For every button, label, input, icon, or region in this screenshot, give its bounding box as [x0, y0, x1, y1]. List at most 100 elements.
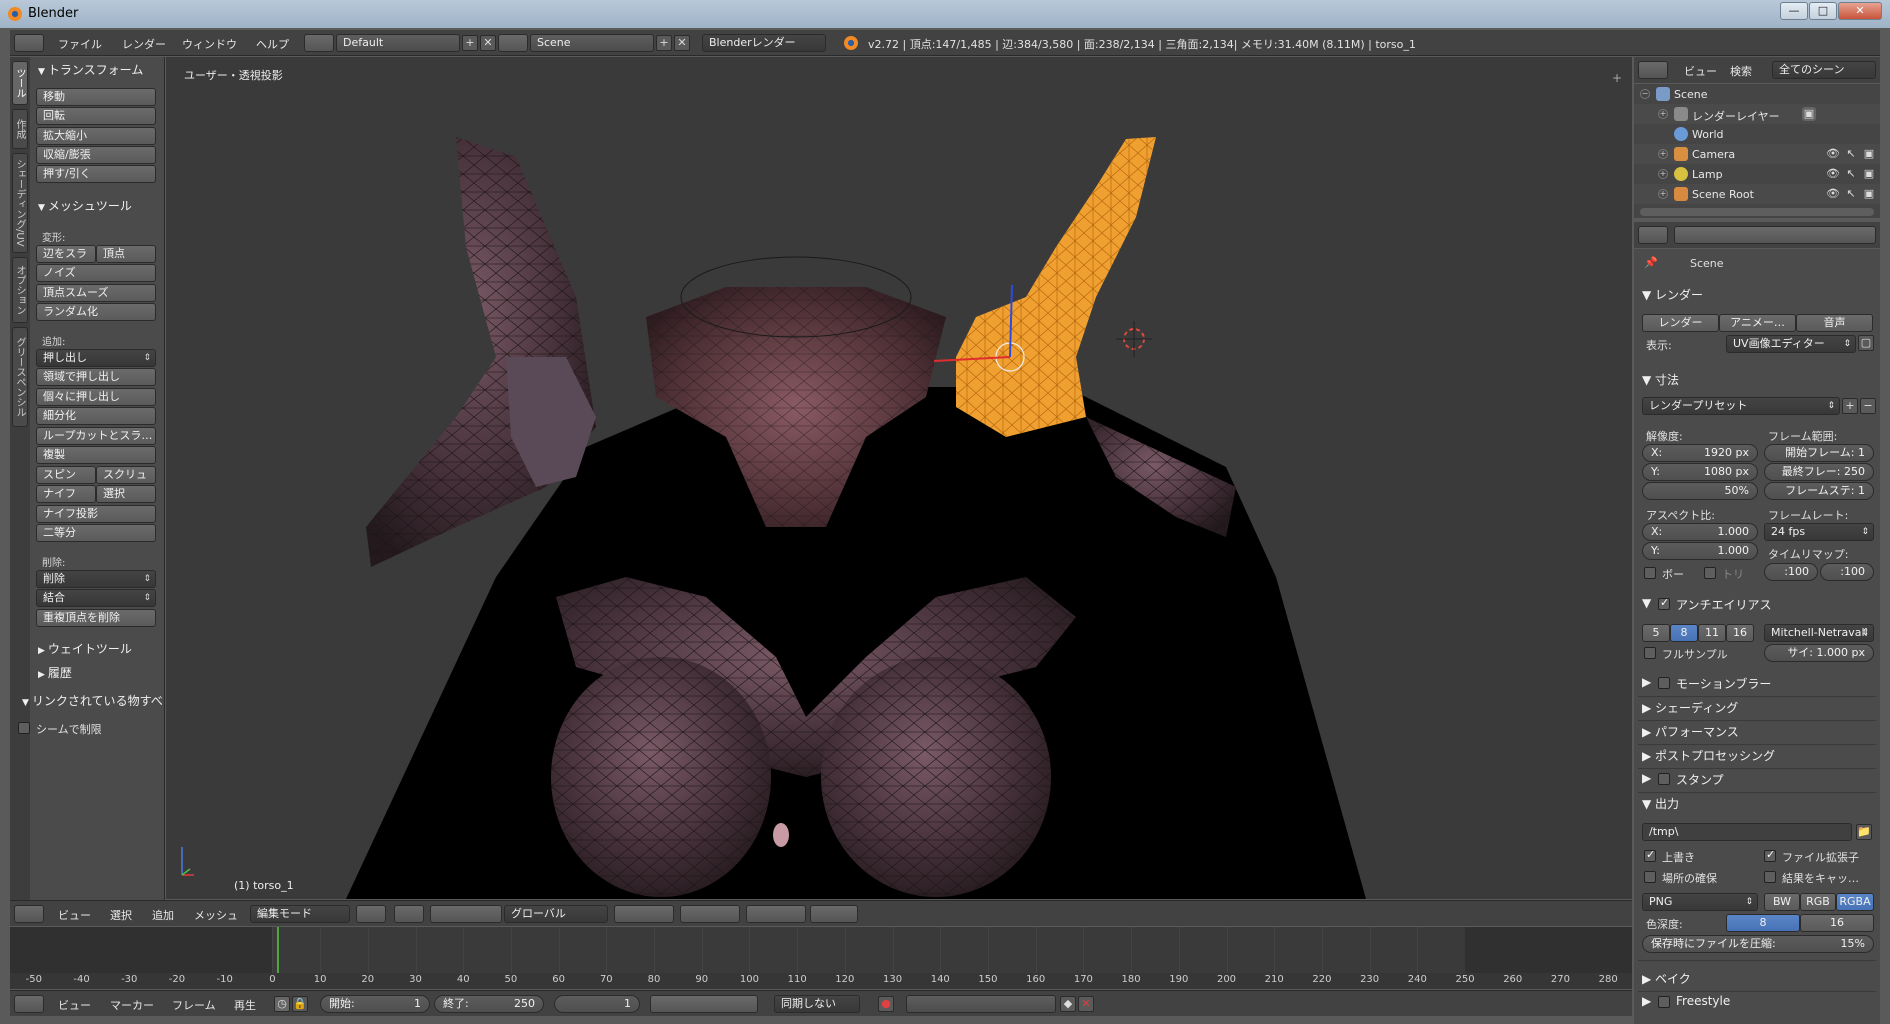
- resolution-x-field[interactable]: X: 1920 px: [1642, 444, 1758, 462]
- cursor-icon[interactable]: ↖: [1844, 147, 1858, 161]
- display-dropdown[interactable]: UV画像エディター: [1726, 335, 1856, 353]
- mesh-tools-panel-title[interactable]: ▼ メッシュツール: [38, 197, 132, 214]
- menu-playback[interactable]: 再生: [234, 997, 256, 1013]
- tab-grease-pencil[interactable]: グリースペンシル: [12, 327, 28, 427]
- editor-type-icon[interactable]: [14, 905, 44, 923]
- eye-icon[interactable]: 👁: [1826, 147, 1840, 161]
- render-icon[interactable]: ▣: [1862, 167, 1876, 181]
- pivot-icon[interactable]: [394, 905, 424, 923]
- cursor-icon[interactable]: ↖: [1844, 187, 1858, 201]
- rotate-button[interactable]: 回転: [36, 107, 156, 125]
- time-remap-new-field[interactable]: :100: [1820, 563, 1874, 581]
- edge-slide-button[interactable]: 辺をスラ: [36, 245, 96, 263]
- frame-cursor[interactable]: [277, 927, 280, 973]
- render-layer-icon[interactable]: ▣: [1802, 107, 1816, 121]
- outliner-row-camera[interactable]: + Camera 👁 ↖ ▣: [1634, 144, 1880, 164]
- mode-dropdown[interactable]: 編集モード: [250, 905, 350, 923]
- loop-cut-slide-button[interactable]: ループカットとスラ…: [36, 427, 156, 445]
- menu-file[interactable]: ファイル: [58, 36, 102, 52]
- menu-view[interactable]: ビュー: [58, 907, 91, 923]
- shading-icon[interactable]: [356, 905, 386, 923]
- aa-samples-8[interactable]: 8: [1670, 624, 1698, 642]
- properties-context-tabs[interactable]: [1674, 226, 1876, 244]
- outliner-row-render-layers[interactable]: + レンダーレイヤー ▣: [1634, 104, 1880, 124]
- scale-button[interactable]: 拡大縮小: [36, 127, 156, 145]
- frame-end-field[interactable]: 最終フレー: 250: [1764, 463, 1874, 481]
- editor-type-icon[interactable]: [14, 34, 44, 52]
- render-icons[interactable]: [810, 905, 858, 923]
- color-mode-rgb[interactable]: RGB: [1800, 893, 1836, 911]
- tab-options[interactable]: オプション: [12, 257, 28, 323]
- freestyle-panel-title[interactable]: ▶: [1642, 994, 1651, 1008]
- stamp-checkbox[interactable]: [1658, 773, 1670, 785]
- eye-icon[interactable]: 👁: [1826, 167, 1840, 181]
- remove-scene-icon[interactable]: ✕: [674, 35, 690, 51]
- current-frame-field[interactable]: 1: [554, 995, 640, 1013]
- resolution-y-field[interactable]: Y: 1080 px: [1642, 463, 1758, 481]
- minimize-button[interactable]: —: [1780, 2, 1808, 20]
- history-panel-title[interactable]: ▶ 履歴: [38, 664, 72, 681]
- render-animation-button[interactable]: アニメー…: [1719, 314, 1796, 332]
- eye-icon[interactable]: 👁: [1826, 187, 1840, 201]
- remove-layout-icon[interactable]: ✕: [480, 35, 496, 51]
- render-audio-button[interactable]: 音声: [1796, 314, 1873, 332]
- aa-samples-11[interactable]: 11: [1698, 624, 1726, 642]
- bisect-button[interactable]: 二等分: [36, 524, 156, 542]
- expand-icon[interactable]: +: [1658, 109, 1668, 119]
- render-preset-dropdown[interactable]: レンダープリセット: [1642, 397, 1840, 415]
- aa-samples-16[interactable]: 16: [1726, 624, 1754, 642]
- extrude-individual-button[interactable]: 個々に押し出し: [36, 388, 156, 406]
- keying-set-field[interactable]: [906, 995, 1056, 1013]
- add-scene-icon[interactable]: +: [656, 35, 672, 51]
- menu-mesh[interactable]: メッシュ: [194, 907, 238, 923]
- editor-type-icon[interactable]: [14, 995, 44, 1013]
- expand-icon[interactable]: +: [1658, 189, 1668, 199]
- stamp-panel-title[interactable]: ▶: [1642, 771, 1651, 785]
- outliner-scrollbar[interactable]: [1640, 208, 1874, 216]
- editor-type-icon[interactable]: [1638, 61, 1668, 79]
- tab-tools[interactable]: ツール: [12, 61, 28, 105]
- menu-frame[interactable]: フレーム: [172, 997, 216, 1013]
- aa-samples-5[interactable]: 5: [1642, 624, 1670, 642]
- motion-blur-panel-title[interactable]: ▶: [1642, 675, 1651, 689]
- pin-icon[interactable]: 📌: [1644, 256, 1658, 269]
- scene-field[interactable]: Scene: [530, 34, 654, 52]
- subdivide-button[interactable]: 細分化: [36, 407, 156, 425]
- timeline[interactable]: -50 -40 -30 -20 -10 0 10 20 30 40 50 60 70 80 90 100 110…: [10, 927, 1632, 989]
- render-panel-title[interactable]: ▼ レンダー: [1642, 286, 1703, 303]
- aspect-y-field[interactable]: Y: 1.000: [1642, 542, 1758, 560]
- cache-result-checkbox[interactable]: [1764, 871, 1776, 883]
- extrude-dropdown[interactable]: 押し出し: [36, 349, 156, 367]
- menu-add[interactable]: 追加: [152, 907, 174, 923]
- bake-panel-title[interactable]: ▶ ベイク: [1642, 970, 1691, 987]
- remove-doubles-button[interactable]: 重複頂点を削除: [36, 609, 156, 627]
- crop-checkbox[interactable]: [1704, 567, 1716, 579]
- close-button[interactable]: ✕: [1838, 2, 1882, 20]
- remove-preset-icon[interactable]: −: [1860, 398, 1876, 414]
- menu-window[interactable]: ウィンドウ: [182, 36, 237, 52]
- expand-icon[interactable]: +: [1658, 149, 1668, 159]
- color-mode-bw[interactable]: BW: [1764, 893, 1800, 911]
- output-panel-title[interactable]: ▼ 出力: [1642, 795, 1679, 812]
- smooth-vertex-button[interactable]: 頂点スムーズ: [36, 284, 156, 302]
- overwrite-checkbox[interactable]: [1644, 848, 1656, 862]
- layout-field[interactable]: Default: [336, 34, 460, 52]
- tab-create[interactable]: 作成: [12, 109, 28, 149]
- lock-interface-icon[interactable]: ▢: [1858, 335, 1874, 351]
- scene-icon[interactable]: [498, 34, 528, 52]
- menu-marker[interactable]: マーカー: [110, 997, 154, 1013]
- color-mode-rgba[interactable]: RGBA: [1836, 893, 1874, 911]
- tab-shading-uv[interactable]: シェーディング/UV: [12, 153, 28, 253]
- time-remap-old-field[interactable]: :100: [1764, 563, 1818, 581]
- delimit-seam-checkbox[interactable]: [18, 722, 30, 734]
- collapse-icon[interactable]: −: [1640, 89, 1650, 99]
- timeline-strip[interactable]: [10, 927, 1632, 973]
- extrude-region-button[interactable]: 領域で押し出し: [36, 368, 156, 386]
- placeholders-checkbox[interactable]: [1644, 871, 1656, 883]
- weight-tools-panel-title[interactable]: ▶ ウェイトツール: [38, 640, 132, 657]
- area-split-icon[interactable]: +: [1612, 71, 1622, 85]
- duplicate-button[interactable]: 複製: [36, 446, 156, 464]
- noise-button[interactable]: ノイズ: [36, 264, 156, 282]
- folder-icon[interactable]: 📁: [1856, 824, 1872, 840]
- delete-dropdown[interactable]: 削除: [36, 570, 156, 588]
